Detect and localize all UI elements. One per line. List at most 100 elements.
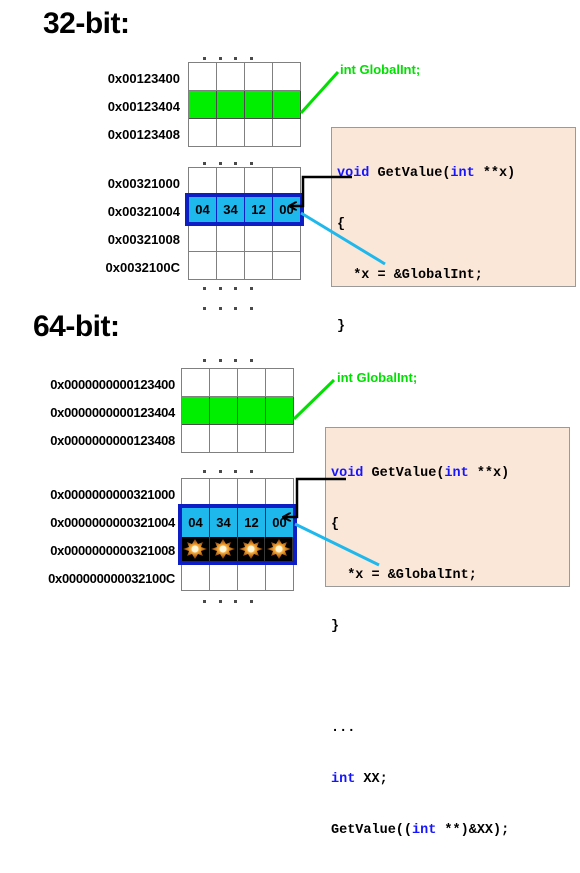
code-line: int XX; (331, 772, 388, 787)
memory-cell (182, 479, 210, 507)
ellipsis-mid-32bit (203, 160, 253, 166)
memory-cell (273, 63, 301, 91)
ellipsis-top-64bit-upper (203, 357, 253, 363)
memory-cell (245, 119, 273, 147)
memory-cell (189, 168, 217, 196)
memory-cell-globalint (238, 397, 266, 425)
address-label: 0x00321004 (107, 204, 180, 219)
code-line: } (331, 619, 340, 634)
memory-cell (217, 168, 245, 196)
memory-cell-globalint (273, 91, 301, 119)
explosion-icon (209, 537, 238, 561)
global-int-annotation-64bit: int GlobalInt; (337, 370, 418, 385)
pointer-value-block-64bit: 04 34 12 00 (178, 504, 297, 565)
memory-cell (182, 369, 210, 397)
memory-cell (217, 119, 245, 147)
diagram-canvas: 32-bit: 0x00123400 0x00123404 0x00123408 (0, 0, 580, 838)
code-box-32bit: void GetValue(int **x) { *x = &GlobalInt… (331, 127, 576, 538)
memory-cell (217, 224, 245, 252)
address-label: 0x00123404 (107, 99, 180, 114)
address-label: 0x0032100C (105, 260, 180, 275)
code-line: } (337, 319, 346, 334)
memory-cell (210, 479, 238, 507)
memory-cell (238, 369, 266, 397)
ellipsis-bottom-64bit (203, 598, 253, 604)
memory-cell (210, 425, 238, 453)
memory-cell (266, 479, 294, 507)
pointer-byte: 00 (266, 508, 293, 537)
memory-cell (266, 563, 294, 591)
address-label: 0x0000000000321004 (50, 515, 175, 530)
green-leader-line-64bit (292, 378, 336, 421)
pointer-byte: 12 (245, 197, 273, 222)
memory-cell-globalint (266, 397, 294, 425)
code-line: *x = &GlobalInt; (337, 268, 483, 283)
pointer-byte: 00 (273, 197, 300, 222)
memory-cell (266, 425, 294, 453)
section-title-32bit: 32-bit: (43, 7, 130, 40)
memory-cell (273, 252, 301, 280)
memory-cell (217, 252, 245, 280)
memory-cell (182, 563, 210, 591)
code-line: void GetValue(int **x) (331, 466, 510, 481)
memory-cell (245, 63, 273, 91)
pointer-byte-row: 04 34 12 00 (189, 197, 300, 222)
address-label: 0x0000000000123408 (50, 433, 175, 448)
memory-cell-globalint (210, 397, 238, 425)
memory-cell-globalint (189, 91, 217, 119)
explosion-icon (182, 537, 210, 561)
pointer-byte: 34 (210, 508, 238, 537)
address-label: 0x0000000000321000 (50, 487, 175, 502)
section-title-64bit: 64-bit: (33, 310, 120, 343)
ellipsis-top-64bit-outer (203, 305, 253, 311)
memory-grid-32bit-global (188, 62, 301, 147)
memory-cell (266, 369, 294, 397)
memory-cell (210, 563, 238, 591)
code-line: { (331, 517, 340, 532)
code-line: GetValue((int **)&XX); (331, 823, 510, 838)
ellipsis-bottom-32bit (203, 285, 253, 291)
memory-cell (238, 479, 266, 507)
global-int-annotation-32bit: int GlobalInt; (340, 62, 421, 77)
ellipsis-mid-64bit (203, 468, 253, 474)
memory-cell (238, 563, 266, 591)
explosion-icon (237, 537, 266, 561)
corruption-byte-row (182, 537, 293, 561)
memory-cell (238, 425, 266, 453)
code-line: *x = &GlobalInt; (331, 568, 477, 583)
memory-cell (273, 119, 301, 147)
explosion-icon (265, 537, 293, 561)
memory-cell (245, 252, 273, 280)
memory-cell (189, 224, 217, 252)
code-line: ... (331, 721, 356, 736)
address-label: 0x00123400 (107, 71, 180, 86)
memory-cell (189, 252, 217, 280)
memory-cell (189, 63, 217, 91)
address-label: 0x0000000000123404 (50, 405, 175, 420)
green-leader-line-32bit (299, 70, 340, 115)
pointer-byte-row: 04 34 12 00 (182, 508, 293, 537)
address-label: 0x00123408 (107, 127, 180, 142)
code-line: { (337, 217, 346, 232)
address-label: 0x00321008 (107, 232, 180, 247)
pointer-byte: 04 (189, 197, 217, 222)
memory-cell-globalint (182, 397, 210, 425)
address-label: 0x0000000000123400 (50, 377, 175, 392)
memory-cell (273, 168, 301, 196)
code-line: void GetValue(int **x) (337, 166, 516, 181)
memory-cell (273, 224, 301, 252)
code-box-64bit: void GetValue(int **x) { *x = &GlobalInt… (325, 427, 570, 838)
memory-cell (210, 369, 238, 397)
memory-cell (245, 168, 273, 196)
memory-cell (217, 63, 245, 91)
memory-cell-globalint (217, 91, 245, 119)
pointer-value-block-32bit: 04 34 12 00 (185, 193, 304, 226)
memory-cell (182, 425, 210, 453)
ellipsis-top-32bit-upper (203, 55, 253, 61)
address-label: 0x0000000000321008 (50, 543, 175, 558)
memory-cell-globalint (245, 91, 273, 119)
address-label: 0x000000000032100C (48, 571, 175, 586)
pointer-byte: 12 (238, 508, 266, 537)
address-label: 0x00321000 (107, 176, 180, 191)
